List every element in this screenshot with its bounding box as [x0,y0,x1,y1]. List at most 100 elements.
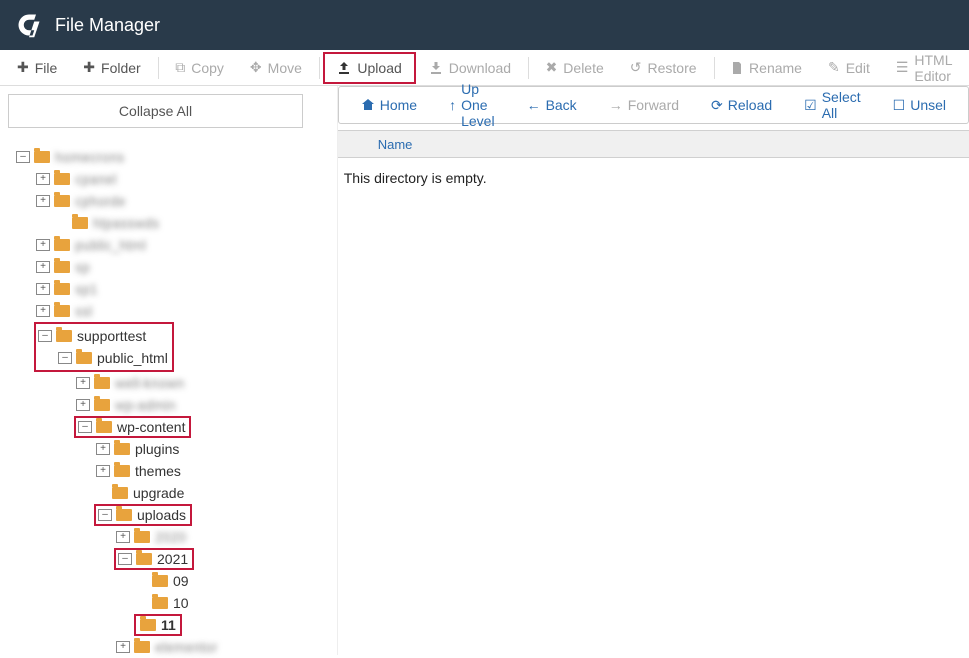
expand-icon[interactable]: + [96,443,110,455]
tree-item[interactable]: +2020 [8,526,329,548]
collapse-icon[interactable]: – [118,553,132,565]
folder-icon [136,553,152,565]
up-one-level-button[interactable]: ↑Up One Level [439,77,504,133]
tree-item[interactable]: +cphorde [8,190,329,212]
upload-button[interactable]: Upload [323,52,415,84]
tree-item-10[interactable]: 10 [8,592,329,614]
plus-icon: ✚ [17,59,29,76]
column-name[interactable]: Name [378,137,413,152]
up-arrow-icon: ↑ [449,97,456,113]
toolbar-separator [158,57,159,79]
folder-icon [54,283,70,295]
expand-icon[interactable]: + [36,195,50,207]
expand-icon[interactable]: + [76,399,90,411]
new-folder-button[interactable]: ✚Folder [70,52,153,83]
expand-icon[interactable]: + [116,531,130,543]
folder-icon [112,487,128,499]
folder-icon [116,509,132,521]
app-title: File Manager [55,15,160,36]
move-icon: ✥ [250,59,262,76]
folder-icon [34,151,50,163]
back-arrow-icon: ← [527,97,541,113]
tree-item[interactable]: –homecrons [8,146,329,168]
folder-icon [114,443,130,455]
delete-icon: ✖ [546,59,558,76]
folder-icon [54,261,70,273]
toolbar-separator [714,57,715,79]
tree-item-themes[interactable]: +themes [8,460,329,482]
folder-icon [54,173,70,185]
tree-item-wp-content[interactable]: –wp-content [8,416,329,438]
tree-item-supporttest[interactable]: –supporttest [38,325,168,347]
tree-item[interactable]: htpasswds [8,212,329,234]
html-editor-icon: ☰ [896,59,909,76]
collapse-icon[interactable]: – [16,151,30,163]
collapse-all-button[interactable]: Collapse All [8,94,303,128]
collapse-icon[interactable]: – [98,509,112,521]
collapse-icon[interactable]: – [38,330,52,342]
rename-button[interactable]: Rename [718,53,815,83]
expand-icon[interactable]: + [36,239,50,251]
folder-icon [94,399,110,411]
content-pane: Home ↑Up One Level ←Back →Forward ⟳Reloa… [337,86,969,655]
tree-item[interactable]: +cpanel [8,168,329,190]
tree-item[interactable]: +ssl [8,300,329,322]
forward-button[interactable]: →Forward [599,93,689,117]
folder-icon [134,531,150,543]
folder-icon [76,352,92,364]
expand-icon[interactable]: + [36,305,50,317]
select-all-button[interactable]: ☑Select All [794,85,870,125]
new-file-button[interactable]: ✚File [4,52,70,83]
nav-toolbar: Home ↑Up One Level ←Back →Forward ⟳Reloa… [338,86,969,124]
home-button[interactable]: Home [351,93,427,117]
folder-icon [94,377,110,389]
tree-item[interactable]: +sp [8,256,329,278]
move-button[interactable]: ✥Move [237,52,315,83]
checkbox-empty-icon: ☐ [893,97,906,114]
tree-item-upgrade[interactable]: upgrade [8,482,329,504]
back-button[interactable]: ←Back [517,93,587,117]
toolbar-separator [319,57,320,79]
expand-icon[interactable]: + [76,377,90,389]
unselect-button[interactable]: ☐Unsel [883,93,956,118]
tree-item[interactable]: +wp-admin [8,394,329,416]
expand-icon[interactable]: + [36,283,50,295]
tree-item-09[interactable]: 09 [8,570,329,592]
edit-button[interactable]: ✎Edit [815,52,883,83]
folder-tree: –homecrons +cpanel +cphorde htpasswds +p… [8,146,329,658]
copy-button[interactable]: ⧉Copy [162,52,237,83]
reload-button[interactable]: ⟳Reload [701,93,782,118]
html-editor-button[interactable]: ☰HTML Editor [883,45,965,91]
collapse-icon[interactable]: – [58,352,72,364]
folder-icon [134,641,150,653]
tree-item-public-html[interactable]: –public_html [38,347,168,369]
upload-icon [337,61,351,75]
folder-icon [140,619,156,631]
tree-item-2021[interactable]: –2021 [8,548,329,570]
delete-button[interactable]: ✖Delete [533,52,617,83]
expand-icon[interactable]: + [36,261,50,273]
edit-icon: ✎ [828,59,840,76]
folder-icon [72,217,88,229]
rename-icon [731,61,743,75]
download-icon [429,61,443,75]
cp-logo-icon [15,11,55,39]
folder-icon [54,305,70,317]
folder-icon [152,597,168,609]
checkbox-icon: ☑ [804,97,817,114]
app-header: File Manager [0,0,969,50]
empty-directory-message: This directory is empty. [338,158,969,198]
tree-item[interactable]: +well-known [8,372,329,394]
tree-item-plugins[interactable]: +plugins [8,438,329,460]
grid-header: Name [338,130,969,158]
expand-icon[interactable]: + [96,465,110,477]
toolbar-separator [528,57,529,79]
tree-item[interactable]: +public_html [8,234,329,256]
collapse-icon[interactable]: – [78,421,92,433]
tree-item-uploads[interactable]: –uploads [8,504,329,526]
expand-icon[interactable]: + [116,641,130,653]
tree-item[interactable]: +sp1 [8,278,329,300]
expand-icon[interactable]: + [36,173,50,185]
tree-item-11[interactable]: 11 [8,614,329,636]
restore-button[interactable]: ↺Restore [617,52,710,83]
